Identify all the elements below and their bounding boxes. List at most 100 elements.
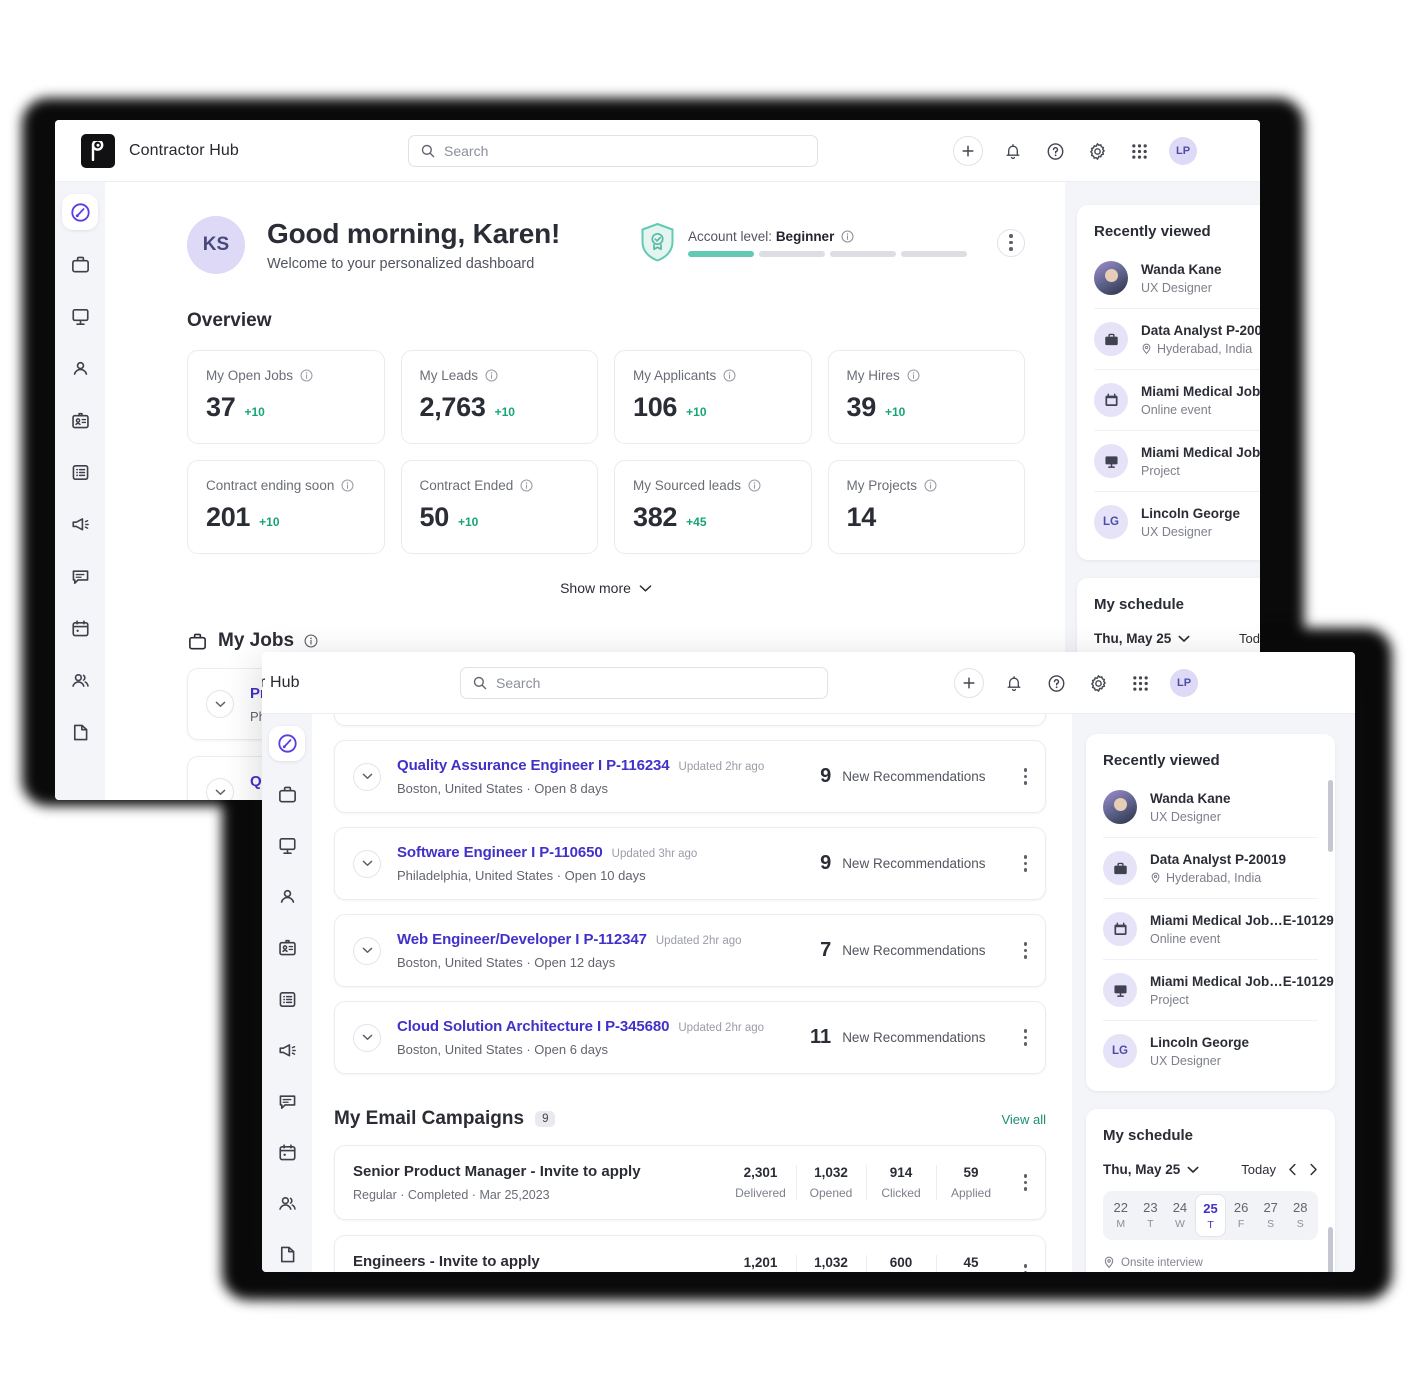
day-cell[interactable]: 24 W [1165, 1194, 1195, 1237]
sidebar-item-jobs[interactable] [269, 777, 305, 812]
stat-card[interactable]: My Projects 14 [827, 460, 1025, 554]
info-icon[interactable] [341, 479, 354, 492]
job-title[interactable]: Cloud Solution Architecture I P-345680 [397, 1018, 669, 1035]
sidebar-item-messages[interactable] [269, 1084, 305, 1119]
campaign-more-button[interactable] [1023, 1264, 1027, 1272]
recently-viewed-item[interactable]: Wanda Kane UX Designer [1103, 777, 1318, 837]
campaign-row[interactable]: Engineers - Invite to apply Regular · Co… [334, 1235, 1046, 1272]
info-icon[interactable] [723, 369, 736, 382]
recently-viewed-item[interactable]: Miami Medical Job…E-10129 Project [1103, 959, 1334, 1020]
job-title[interactable]: Quality Assurance Engineer I P-116234 [397, 757, 670, 774]
sidebar-item-calendar[interactable] [62, 610, 98, 646]
sidebar-item-projects[interactable] [269, 828, 305, 863]
info-icon[interactable] [520, 479, 533, 492]
sidebar-item-calendar[interactable] [269, 1135, 305, 1170]
brand[interactable]: r Hub [262, 674, 300, 692]
apps-grid-icon[interactable] [1127, 139, 1151, 163]
sidebar-item-teams[interactable] [269, 1186, 305, 1221]
job-more-button[interactable] [1023, 855, 1027, 872]
brand[interactable]: Contractor Hub [55, 133, 239, 168]
sidebar-item-dashboard[interactable] [62, 194, 98, 230]
day-cell-selected[interactable]: 25 T [1194, 1194, 1227, 1237]
search-input[interactable]: Search [460, 667, 828, 699]
sidebar-item-candidates[interactable] [62, 350, 98, 386]
recently-viewed-item[interactable]: Miami Medical Job. Project [1094, 430, 1260, 491]
info-icon[interactable] [300, 369, 313, 382]
stat-card[interactable]: My Leads 2,763 +10 [400, 350, 598, 444]
help-circle-icon[interactable] [1044, 671, 1068, 695]
schedule-date-selector[interactable]: Thu, May 25 [1103, 1162, 1199, 1177]
chevron-right-icon[interactable] [1309, 1163, 1318, 1176]
apps-grid-icon[interactable] [1128, 671, 1152, 695]
day-cell[interactable]: 28 S [1285, 1194, 1315, 1237]
user-avatar[interactable]: LP [1170, 669, 1198, 697]
expand-job-button[interactable] [353, 936, 381, 965]
today-button[interactable]: Today [1241, 1162, 1276, 1177]
sidebar-item-jobs[interactable] [62, 246, 98, 282]
stat-card[interactable]: Contract ending soon 201 +10 [187, 460, 385, 554]
notifications-bell-icon[interactable] [1002, 671, 1026, 695]
user-avatar[interactable]: LP [1169, 137, 1197, 165]
job-card-partial[interactable] [334, 714, 1046, 726]
recently-viewed-item[interactable]: LG Lincoln George UX Designer [1103, 1020, 1318, 1081]
stat-card[interactable]: My Sourced leads 382 +45 [614, 460, 812, 554]
schedule-scrollbar[interactable] [1328, 1227, 1333, 1272]
recently-viewed-item[interactable]: Miami Medical Job. Online event [1094, 369, 1260, 430]
day-cell[interactable]: 26 F [1226, 1194, 1256, 1237]
sidebar-item-candidates[interactable] [269, 879, 305, 914]
recently-viewed-item[interactable]: Miami Medical Job…E-10129 Online event [1103, 898, 1334, 959]
recently-viewed-item[interactable]: Data Analyst P-200 Hyderabad, India [1094, 308, 1260, 369]
campaign-row[interactable]: Senior Product Manager - Invite to apply… [334, 1145, 1046, 1220]
expand-job-button[interactable] [206, 778, 234, 800]
sidebar-item-campaigns[interactable] [62, 506, 98, 542]
info-icon[interactable] [924, 479, 937, 492]
job-more-button[interactable] [1023, 942, 1027, 959]
sidebar-item-documents[interactable] [269, 1237, 305, 1272]
campaign-more-button[interactable] [1023, 1174, 1027, 1191]
account-more-button[interactable] [997, 228, 1025, 257]
stat-card[interactable]: My Open Jobs 37 +10 [187, 350, 385, 444]
day-cell[interactable]: 23 T [1136, 1194, 1166, 1237]
day-cell[interactable]: 22 M [1106, 1194, 1136, 1237]
info-icon[interactable] [304, 634, 318, 648]
job-more-button[interactable] [1023, 1029, 1027, 1046]
sidebar-item-dashboard[interactable] [269, 726, 305, 762]
schedule-date-selector[interactable]: Thu, May 25 [1094, 631, 1190, 646]
show-more-button[interactable]: Show more [187, 580, 1025, 596]
expand-job-button[interactable] [206, 690, 234, 718]
sidebar-item-campaigns[interactable] [269, 1033, 305, 1068]
job-title[interactable]: Web Engineer/Developer I P-112347 [397, 931, 647, 948]
recently-viewed-scrollbar[interactable] [1328, 780, 1333, 852]
recently-viewed-item[interactable]: LG Lincoln George UX Designer [1094, 491, 1260, 552]
schedule-event[interactable]: Onsite interview HR interview with Jack … [1103, 1256, 1318, 1272]
settings-gear-icon[interactable] [1086, 671, 1110, 695]
notifications-bell-icon[interactable] [1001, 139, 1025, 163]
job-title[interactable]: Software Engineer I P-110650 [397, 844, 603, 861]
sidebar-item-messages[interactable] [62, 558, 98, 594]
recently-viewed-item[interactable]: Data Analyst P-20019 Hyderabad, India [1103, 837, 1318, 898]
job-card[interactable]: Quality Assurance Engineer I P-116234 Up… [334, 740, 1046, 813]
help-circle-icon[interactable] [1043, 139, 1067, 163]
sidebar-item-teams[interactable] [62, 662, 98, 698]
job-card[interactable]: Cloud Solution Architecture I P-345680 U… [334, 1001, 1046, 1074]
add-icon[interactable] [954, 668, 984, 698]
job-more-button[interactable] [1023, 768, 1027, 785]
day-cell[interactable]: 27 S [1256, 1194, 1286, 1237]
info-icon[interactable] [748, 479, 761, 492]
expand-job-button[interactable] [353, 762, 381, 791]
info-icon[interactable] [907, 369, 920, 382]
view-all-campaigns-link[interactable]: View all [1001, 1112, 1046, 1127]
sidebar-item-lists[interactable] [62, 454, 98, 490]
sidebar-item-contacts[interactable] [62, 402, 98, 438]
expand-job-button[interactable] [353, 849, 381, 878]
stat-card[interactable]: Contract Ended 50 +10 [400, 460, 598, 554]
sidebar-item-contacts[interactable] [269, 930, 305, 965]
sidebar-item-lists[interactable] [269, 981, 305, 1016]
job-card[interactable]: Web Engineer/Developer I P-112347 Update… [334, 914, 1046, 987]
sidebar-item-projects[interactable] [62, 298, 98, 334]
chevron-left-icon[interactable] [1288, 1163, 1297, 1176]
info-icon[interactable] [485, 369, 498, 382]
sidebar-item-documents[interactable] [62, 714, 98, 750]
add-icon[interactable] [953, 136, 983, 166]
expand-job-button[interactable] [353, 1023, 381, 1052]
